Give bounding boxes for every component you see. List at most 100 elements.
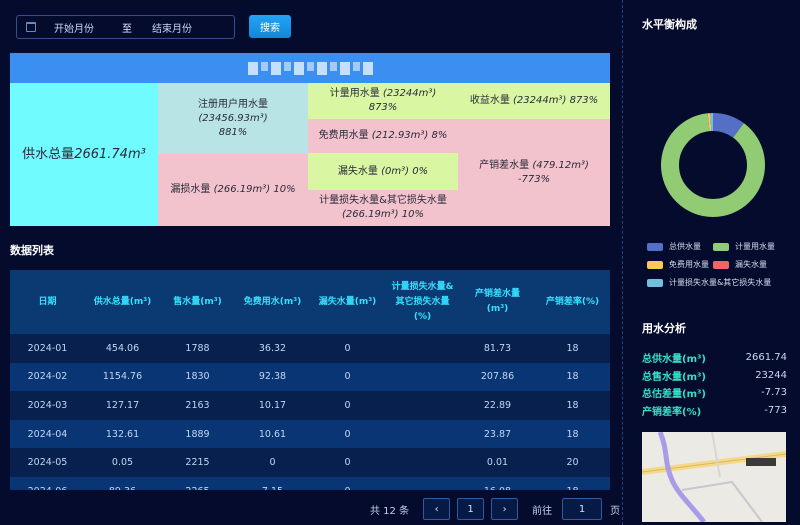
nrw-pct: -773% [517, 173, 551, 185]
header-supply: 供水总量(m³) [85, 270, 160, 334]
start-month-input[interactable]: 开始月份 [54, 20, 110, 35]
table-cell: 2024-06 [10, 476, 85, 490]
free-pct: 8% [431, 130, 448, 141]
table-cell: 2215 [160, 448, 235, 477]
legend-label: 漏失水量 [735, 260, 767, 269]
table-cell [385, 391, 460, 420]
map-canvas [642, 432, 786, 522]
registered-value: (23456.93m³) [198, 112, 268, 124]
stat-row: 产销差率(%) -773 [642, 402, 787, 420]
stat-label: 总售水量(m³) [642, 371, 706, 383]
table-cell: 0 [310, 362, 385, 392]
table-cell: 18 [535, 362, 610, 392]
table-cell: 1154.76 [85, 362, 160, 392]
table-row[interactable]: 2024-04 132.61 1889 10.61 0 23.87 18 [10, 419, 610, 449]
treemap-supply-cell[interactable]: 供水总量2661.74m³ [10, 83, 158, 226]
treemap-free-cell[interactable]: 免费用水量 (212.93m³) 8% [308, 119, 458, 153]
pagination: 共 12 条 ‹ 1 › 前往 1 页 [370, 498, 620, 520]
legend-swatch [647, 242, 663, 251]
table-cell: 7.15 [235, 476, 310, 490]
treemap-header [10, 53, 610, 83]
nrw-label: 产销差水量 [479, 159, 530, 171]
table-row[interactable]: 2024-0689.3622657.150 16.0818 [10, 476, 610, 490]
treemap-metered-cell[interactable]: 计量用水量 (23244m³) 873% [308, 83, 458, 119]
legend-swatch [713, 242, 729, 251]
month-range-picker[interactable]: 开始月份 至 结束月份 [16, 15, 235, 39]
legend-item-other-loss[interactable]: 计量损失水量&其它损失水量 [647, 277, 771, 288]
treemap-nrw-cell[interactable]: 产销差水量 (479.12m³) -773% [458, 119, 610, 226]
header-free: 免费用水(m³) [235, 270, 310, 334]
table-cell: 0 [310, 391, 385, 420]
table-cell: 0 [310, 334, 385, 363]
table-cell: 22.89 [460, 391, 535, 420]
supply-value: 2661.74m³ [74, 146, 146, 162]
header-date: 日期 [10, 270, 85, 334]
calendar-icon [26, 22, 36, 32]
loss-label: 漏失水量 [337, 165, 378, 177]
search-button[interactable]: 搜索 [249, 15, 291, 38]
other-loss-pct: 10% [401, 209, 424, 220]
balance-title: 水平衡构成 [642, 18, 697, 31]
treemap-income-cell[interactable]: 收益水量 (23244m³) 873% [458, 83, 610, 119]
page-word: 页 [610, 505, 621, 517]
end-month-input[interactable]: 结束月份 [152, 20, 192, 35]
legend-item-free[interactable]: 免费用水量 [647, 259, 709, 270]
table-cell: 132.61 [85, 419, 160, 449]
table-cell: 0 [235, 448, 310, 477]
table-cell: 81.73 [460, 334, 535, 363]
legend-swatch [647, 278, 663, 287]
stat-row: 总售水量(m³) 23244 [642, 367, 787, 385]
table-row[interactable]: 2024-02 1154.76 1830 92.38 0 207.86 18 [10, 362, 610, 392]
page-number-button[interactable]: 1 [457, 498, 485, 520]
donut-slice[interactable] [661, 113, 765, 217]
loss-pct: 0% [412, 165, 429, 177]
stat-label: 产销差率(%) [642, 406, 702, 418]
table-cell: 2024-03 [10, 391, 85, 420]
header-nrw-rate: 产销差率(%) [535, 270, 610, 334]
map-view[interactable] [642, 432, 786, 522]
legend-item-supply[interactable]: 总供水量 [647, 241, 701, 252]
table-cell: 127.17 [85, 391, 160, 420]
header-sold: 售水量(m³) [160, 270, 235, 334]
table-cell: 0 [310, 448, 385, 477]
total-count: 共 12 条 [370, 505, 410, 517]
table-cell: 2024-04 [10, 419, 85, 449]
table-cell: 0.01 [460, 448, 535, 477]
table-cell: 20 [535, 448, 610, 477]
map-marker[interactable] [746, 458, 776, 466]
data-list-title: 数据列表 [10, 244, 54, 257]
table-cell: 92.38 [235, 362, 310, 392]
treemap-loss-cell[interactable]: 漏失水量 (0m³) 0% [308, 153, 458, 190]
table-cell: 10.17 [235, 391, 310, 420]
treemap-registered-cell[interactable]: 注册用户用水量 (23456.93m³) 881% [158, 83, 308, 154]
analysis-title: 用水分析 [642, 322, 686, 335]
table-cell: 207.86 [460, 362, 535, 392]
stat-value: 23244 [755, 369, 787, 381]
table-row[interactable]: 2024-03 127.17 2163 10.17 0 22.89 18 [10, 391, 610, 420]
table-row[interactable]: 2024-01 454.06 1788 36.32 0 81.73 18 [10, 334, 610, 363]
stat-row: 总估差量(m³) -7.73 [642, 384, 787, 402]
next-page-button[interactable]: › [491, 498, 519, 520]
leak-value: (266.19m³) [213, 184, 271, 195]
data-table[interactable]: 日期 供水总量(m³) 售水量(m³) 免费用水(m³) 漏失水量(m³) 计量… [10, 270, 610, 490]
stat-label: 总供水量(m³) [642, 354, 706, 366]
prev-page-button[interactable]: ‹ [423, 498, 451, 520]
goto-page-input[interactable]: 1 [562, 498, 603, 520]
legend-item-loss[interactable]: 漏失水量 [713, 259, 767, 270]
table-cell: 16.08 [460, 476, 535, 490]
free-label: 免费用水量 [318, 130, 369, 141]
treemap-other-loss-cell[interactable]: 计量损失水量&其它损失水量 (266.19m³) 10% [308, 190, 458, 226]
table-cell: 2163 [160, 391, 235, 420]
table-cell: 2024-02 [10, 362, 85, 392]
balance-donut-chart[interactable] [660, 112, 766, 218]
table-cell: 1830 [160, 362, 235, 392]
table-cell: 18 [535, 419, 610, 449]
stat-value: -773 [764, 404, 787, 416]
table-header-row: 日期 供水总量(m³) 售水量(m³) 免费用水(m³) 漏失水量(m³) 计量… [10, 270, 610, 334]
table-row[interactable]: 2024-05 0.05 2215 0 0 0.01 20 [10, 448, 610, 477]
legend-item-metered[interactable]: 计量用水量 [713, 241, 775, 252]
goto-label: 前往 [532, 505, 553, 517]
treemap-leak-cell[interactable]: 漏损水量 (266.19m³) 10% [158, 154, 308, 226]
legend-label: 计量损失水量&其它损失水量 [669, 278, 772, 287]
analysis-stats: 总供水量(m³) 2661.74 总售水量(m³) 23244 总估差量(m³) -7… [642, 349, 787, 419]
